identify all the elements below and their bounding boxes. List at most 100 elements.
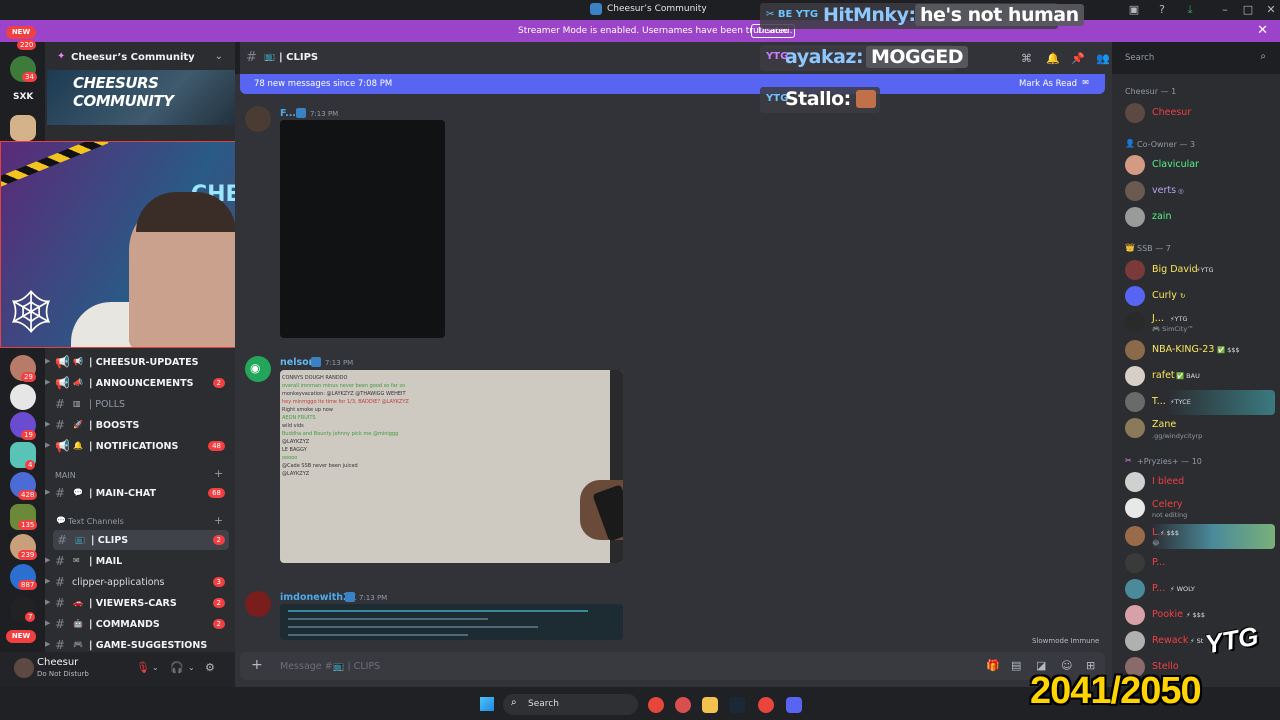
message-composer[interactable]: + Message #📺 | CLIPS 🎁 ▤ ◪ ☺ ⊞	[240, 652, 1105, 680]
minimize-icon[interactable]: –	[1218, 3, 1232, 17]
threads-icon[interactable]: ⌘	[1021, 52, 1032, 65]
maximize-icon[interactable]: □	[1241, 3, 1255, 17]
avatar[interactable]	[1125, 498, 1145, 518]
member-name[interactable]: NBA-KING-23	[1152, 344, 1214, 355]
channel-announcements[interactable]: ▶ 📢 📣 | ANNOUNCEMENTS 2	[45, 373, 235, 393]
chrome-alt-icon[interactable]	[675, 697, 691, 713]
member-name[interactable]: zain	[1152, 211, 1171, 222]
server-badge: 220	[17, 40, 37, 50]
headphones-icon[interactable]: 🎧	[170, 661, 184, 674]
member-name[interactable]: Cheesur	[1152, 107, 1191, 118]
windows-start-icon[interactable]	[480, 697, 494, 711]
avatar[interactable]	[245, 106, 271, 132]
chrome-icon[interactable]	[648, 697, 664, 713]
new-unreads-pill-top[interactable]: NEW	[6, 26, 36, 39]
server-icon[interactable]	[10, 115, 36, 141]
taskbar-search[interactable]: ⌕ Search	[503, 694, 638, 715]
discord-icon[interactable]	[786, 697, 802, 713]
new-messages-bar[interactable]: 78 new messages since 7:08 PM Mark As Re…	[240, 74, 1105, 94]
member-name[interactable]: Curly	[1152, 290, 1177, 301]
channel-clips[interactable]: # 📺 | CLIPS 2	[53, 530, 229, 550]
close-icon[interactable]: ✕	[1257, 23, 1268, 38]
member-name[interactable]: J...	[1152, 313, 1164, 324]
gear-icon[interactable]: ⚙	[205, 661, 215, 674]
avatar[interactable]	[1125, 526, 1145, 546]
gif-icon[interactable]: ▤	[1011, 659, 1021, 672]
help-icon[interactable]: ?	[1155, 3, 1169, 17]
member-name[interactable]: Rewack	[1152, 635, 1188, 646]
member-name[interactable]: P...	[1152, 557, 1165, 568]
gift-icon[interactable]: 🎁	[986, 659, 1000, 672]
server-icon-text[interactable]: SXK	[13, 92, 33, 102]
avatar[interactable]	[1125, 181, 1145, 201]
channel-polls[interactable]: # ▥ | POLLS	[45, 394, 235, 414]
channel-boosts[interactable]: ▶ # 🚀 | BOOSTS	[45, 415, 235, 435]
chevron-down-icon[interactable]: ⌄	[188, 663, 195, 672]
guild-header[interactable]: ✦ Cheesur’s Community ⌄	[45, 42, 235, 72]
channel-cheesur-updates[interactable]: ▶ 📢 📢 | CHEESUR-UPDATES	[45, 352, 235, 372]
channel-viewers-cars[interactable]: ▶ # 🚗 | VIEWERS-CARS 2	[45, 593, 235, 613]
avatar[interactable]	[1125, 155, 1145, 175]
image-attachment[interactable]	[280, 604, 623, 640]
category-text-channels[interactable]: Text Channels	[68, 517, 124, 526]
avatar[interactable]	[1125, 286, 1145, 306]
member-name[interactable]: rafet	[1152, 370, 1175, 381]
slowmode-label: Slowmode Immune	[1032, 637, 1100, 645]
avatar[interactable]	[1125, 366, 1145, 386]
message-author[interactable]: F...	[280, 108, 296, 119]
channel-game-suggestions[interactable]: ▶ # 🎮 | GAME-SUGGESTIONS	[45, 635, 235, 652]
member-name[interactable]: Big David	[1152, 264, 1198, 275]
steam-icon[interactable]	[729, 697, 745, 713]
member-name[interactable]: I bleed	[1152, 476, 1184, 487]
close-window-icon[interactable]: ✕	[1264, 3, 1278, 17]
avatar[interactable]	[1125, 392, 1145, 412]
avatar[interactable]	[1125, 553, 1145, 573]
video-attachment[interactable]	[280, 120, 445, 338]
add-attachment-icon[interactable]: +	[251, 657, 263, 673]
channel-main-chat[interactable]: ▶ # 💬 | MAIN-CHAT 68	[45, 483, 235, 503]
mark-as-read-button[interactable]: Mark As Read	[1019, 79, 1077, 89]
avatar[interactable]	[1125, 605, 1145, 625]
chevron-down-icon[interactable]: ⌄	[152, 663, 159, 672]
avatar[interactable]	[1125, 631, 1145, 651]
channel-clipper-applications[interactable]: ▶ # clipper-applications 3	[45, 572, 235, 592]
avatar[interactable]	[1125, 260, 1145, 280]
mute-mic-icon[interactable]: 🎙	[136, 661, 150, 674]
avatar[interactable]	[1125, 579, 1145, 599]
member-name[interactable]: Zane	[1152, 419, 1176, 430]
server-icon[interactable]	[10, 384, 36, 410]
channel-notifications[interactable]: ▶ 📢 🔔 | NOTIFICATIONS 48	[45, 436, 235, 456]
member-name[interactable]: Clavicular	[1152, 159, 1199, 170]
chrome-profile-icon[interactable]	[758, 697, 774, 713]
avatar[interactable]	[1125, 418, 1145, 438]
chevron-down-icon[interactable]: ⌄	[215, 51, 223, 62]
inbox-icon[interactable]: ▣	[1127, 3, 1141, 17]
member-name[interactable]: verts	[1152, 185, 1176, 196]
search-input[interactable]: Search ⌕	[1120, 48, 1272, 68]
new-unreads-pill-bottom[interactable]: NEW	[6, 630, 36, 643]
avatar[interactable]	[1125, 340, 1145, 360]
download-icon[interactable]: ⤓	[1183, 3, 1197, 17]
avatar[interactable]	[1125, 103, 1145, 123]
avatar[interactable]	[14, 658, 34, 678]
member-name[interactable]: P...	[1152, 583, 1165, 594]
channel-commands[interactable]: ▶ # 🤖 | COMMANDS 2	[45, 614, 235, 634]
member-name[interactable]: T...	[1152, 396, 1166, 407]
folder-icon[interactable]	[702, 697, 718, 713]
role-header: Cheesur — 1	[1125, 87, 1177, 96]
chat-line: monkeyvacation: @LAYKZYZ @THAWIGG WEHEIT	[282, 391, 406, 397]
server-badge: 428	[18, 490, 38, 500]
bell-icon[interactable]: 🔔	[1046, 52, 1060, 65]
category-main[interactable]: MAIN	[55, 471, 76, 480]
member-list-icon[interactable]: 👥	[1096, 52, 1110, 65]
member-name[interactable]: Celery	[1152, 499, 1183, 510]
message-time: 7:13 PM	[310, 110, 339, 118]
avatar[interactable]: ◉	[245, 356, 271, 382]
pin-icon[interactable]: 📌	[1071, 52, 1085, 65]
avatar[interactable]	[1125, 312, 1145, 332]
avatar[interactable]	[245, 591, 271, 617]
avatar[interactable]	[1125, 207, 1145, 227]
avatar[interactable]	[1125, 472, 1145, 492]
member-name[interactable]: Pookie	[1152, 609, 1183, 620]
channel-mail[interactable]: ▶ # ✉ | MAIL	[45, 551, 235, 571]
